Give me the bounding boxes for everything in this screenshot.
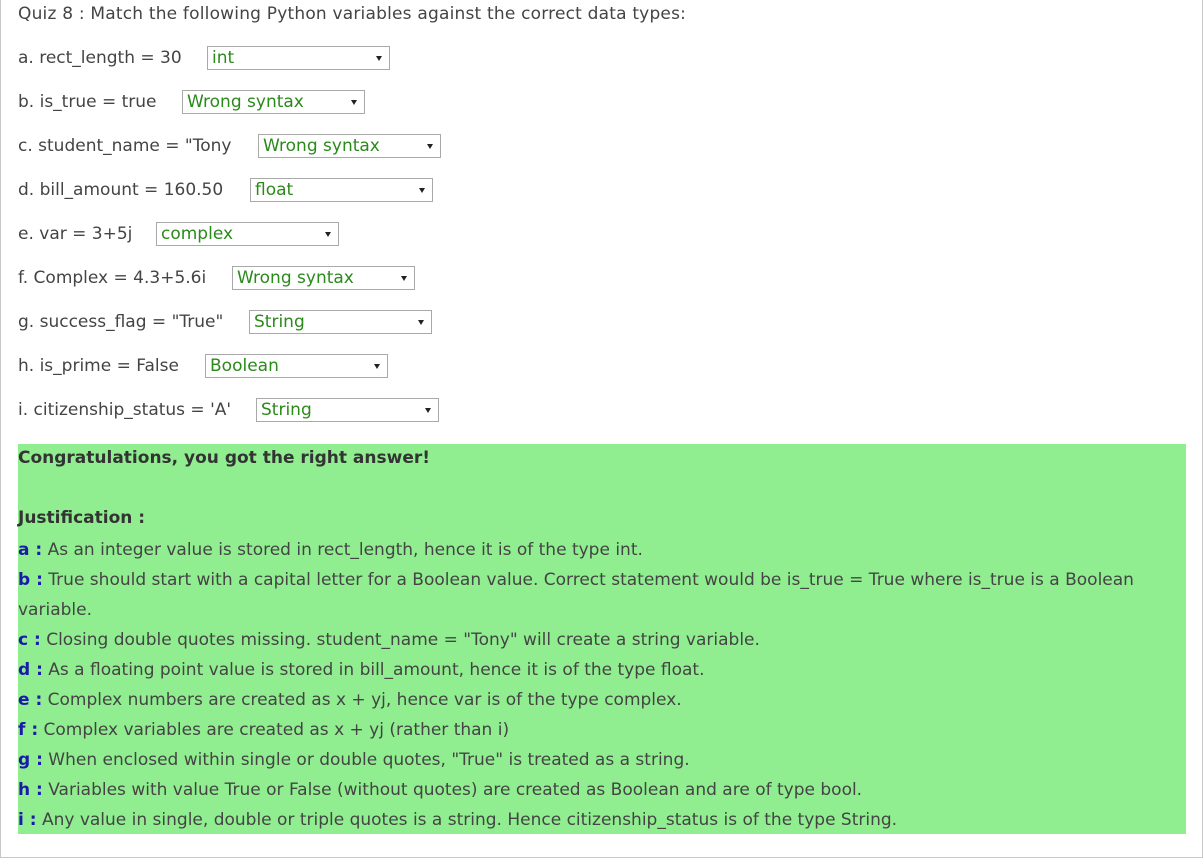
- justification-key: d :: [18, 660, 43, 680]
- answer-select-c-value: Wrong syntax: [263, 136, 380, 156]
- question-row-h: h. is_prime = False: [18, 353, 179, 378]
- answer-select-g-value: String: [254, 312, 305, 332]
- dropdown-arrow-icon: [425, 407, 431, 413]
- answer-select-e[interactable]: complex: [156, 222, 339, 246]
- success-message: Congratulations, you got the right answe…: [18, 448, 430, 468]
- dropdown-arrow-icon: [418, 319, 424, 325]
- justification-text: Complex variables are created as x + yj …: [38, 720, 510, 740]
- answer-select-h[interactable]: Boolean: [205, 354, 388, 378]
- answer-select-i-value: String: [261, 400, 312, 420]
- dropdown-arrow-icon: [401, 275, 407, 281]
- answer-select-d-value: float: [255, 180, 294, 200]
- justification-text: As an integer value is stored in rect_le…: [42, 540, 643, 560]
- justification-g: g : When enclosed within single or doubl…: [18, 745, 690, 775]
- answer-select-b-value: Wrong syntax: [187, 92, 304, 112]
- justification-key: a :: [18, 540, 43, 560]
- justification-b: b : True should start with a capital let…: [18, 565, 1186, 625]
- question-row-c: c. student_name = "Tony: [18, 133, 231, 158]
- justification-key: h :: [18, 780, 43, 800]
- justification-a: a : As an integer value is stored in rec…: [18, 535, 643, 565]
- question-row-a: a. rect_length = 30: [18, 45, 182, 70]
- justification-h: h : Variables with value True or False (…: [18, 775, 862, 805]
- answer-select-d[interactable]: float: [250, 178, 433, 202]
- answer-select-f[interactable]: Wrong syntax: [232, 266, 415, 290]
- answer-select-i[interactable]: String: [256, 398, 439, 422]
- justification-key: e :: [18, 690, 43, 710]
- question-label-e: e. var = 3+5j: [18, 223, 133, 244]
- answer-select-f-value: Wrong syntax: [237, 268, 354, 288]
- justification-text: When enclosed within single or double qu…: [42, 750, 690, 770]
- justification-key: i :: [18, 810, 37, 830]
- answer-select-a[interactable]: int: [207, 46, 390, 70]
- question-row-e: e. var = 3+5j: [18, 221, 132, 246]
- justification-key: c :: [18, 630, 41, 650]
- question-label-c: c. student_name = "Tony: [18, 135, 232, 156]
- answer-select-b[interactable]: Wrong syntax: [182, 90, 365, 114]
- question-label-i: i. citizenship_status = 'A': [18, 399, 232, 420]
- justification-key: g :: [18, 750, 43, 770]
- answer-select-h-value: Boolean: [210, 356, 279, 376]
- justification-text: As a floating point value is stored in b…: [42, 660, 705, 680]
- answer-select-a-value: int: [212, 48, 235, 68]
- question-row-d: d. bill_amount = 160.50: [18, 177, 223, 202]
- justification-f: f : Complex variables are created as x +…: [18, 715, 509, 745]
- quiz-page: Quiz 8 : Match the following Python vari…: [0, 0, 1203, 858]
- dropdown-arrow-icon: [351, 99, 357, 105]
- question-label-h: h. is_prime = False: [18, 355, 179, 376]
- justification-text: Complex numbers are created as x + yj, h…: [42, 690, 682, 710]
- dropdown-arrow-icon: [419, 187, 425, 193]
- question-row-i: i. citizenship_status = 'A': [18, 397, 231, 422]
- justification-e: e : Complex numbers are created as x + y…: [18, 685, 682, 715]
- question-row-g: g. success_flag = "True": [18, 309, 223, 334]
- justification-c: c : Closing double quotes missing. stude…: [18, 625, 760, 655]
- question-label-d: d. bill_amount = 160.50: [18, 179, 224, 200]
- justification-d: d : As a floating point value is stored …: [18, 655, 705, 685]
- result-panel: Congratulations, you got the right answe…: [18, 444, 1186, 834]
- question-label-g: g. success_flag = "True": [18, 311, 224, 332]
- justification-key: b :: [18, 570, 43, 590]
- dropdown-arrow-icon: [374, 363, 380, 369]
- question-row-f: f. Complex = 4.3+5.6i: [18, 265, 206, 290]
- answer-select-e-value: complex: [161, 224, 234, 244]
- question-label-a: a. rect_length = 30: [18, 47, 182, 68]
- justification-text: Variables with value True or False (with…: [42, 780, 863, 800]
- question-label-b: b. is_true = true: [18, 91, 157, 112]
- question-row-b: b. is_true = true: [18, 89, 157, 114]
- dropdown-arrow-icon: [376, 55, 382, 61]
- justification-key: f :: [18, 720, 39, 740]
- justification-i: i : Any value in single, double or tripl…: [18, 805, 897, 835]
- answer-select-g[interactable]: String: [249, 310, 432, 334]
- dropdown-arrow-icon: [427, 143, 433, 149]
- dropdown-arrow-icon: [325, 231, 331, 237]
- justification-text: Any value in single, double or triple qu…: [36, 810, 898, 830]
- answer-select-c[interactable]: Wrong syntax: [258, 134, 441, 158]
- question-label-f: f. Complex = 4.3+5.6i: [18, 267, 207, 288]
- justification-text: Closing double quotes missing. student_n…: [40, 630, 760, 650]
- quiz-title: Quiz 8 : Match the following Python vari…: [18, 4, 687, 24]
- justification-text: True should start with a capital letter …: [18, 570, 1134, 620]
- justification-title: Justification :: [18, 508, 146, 528]
